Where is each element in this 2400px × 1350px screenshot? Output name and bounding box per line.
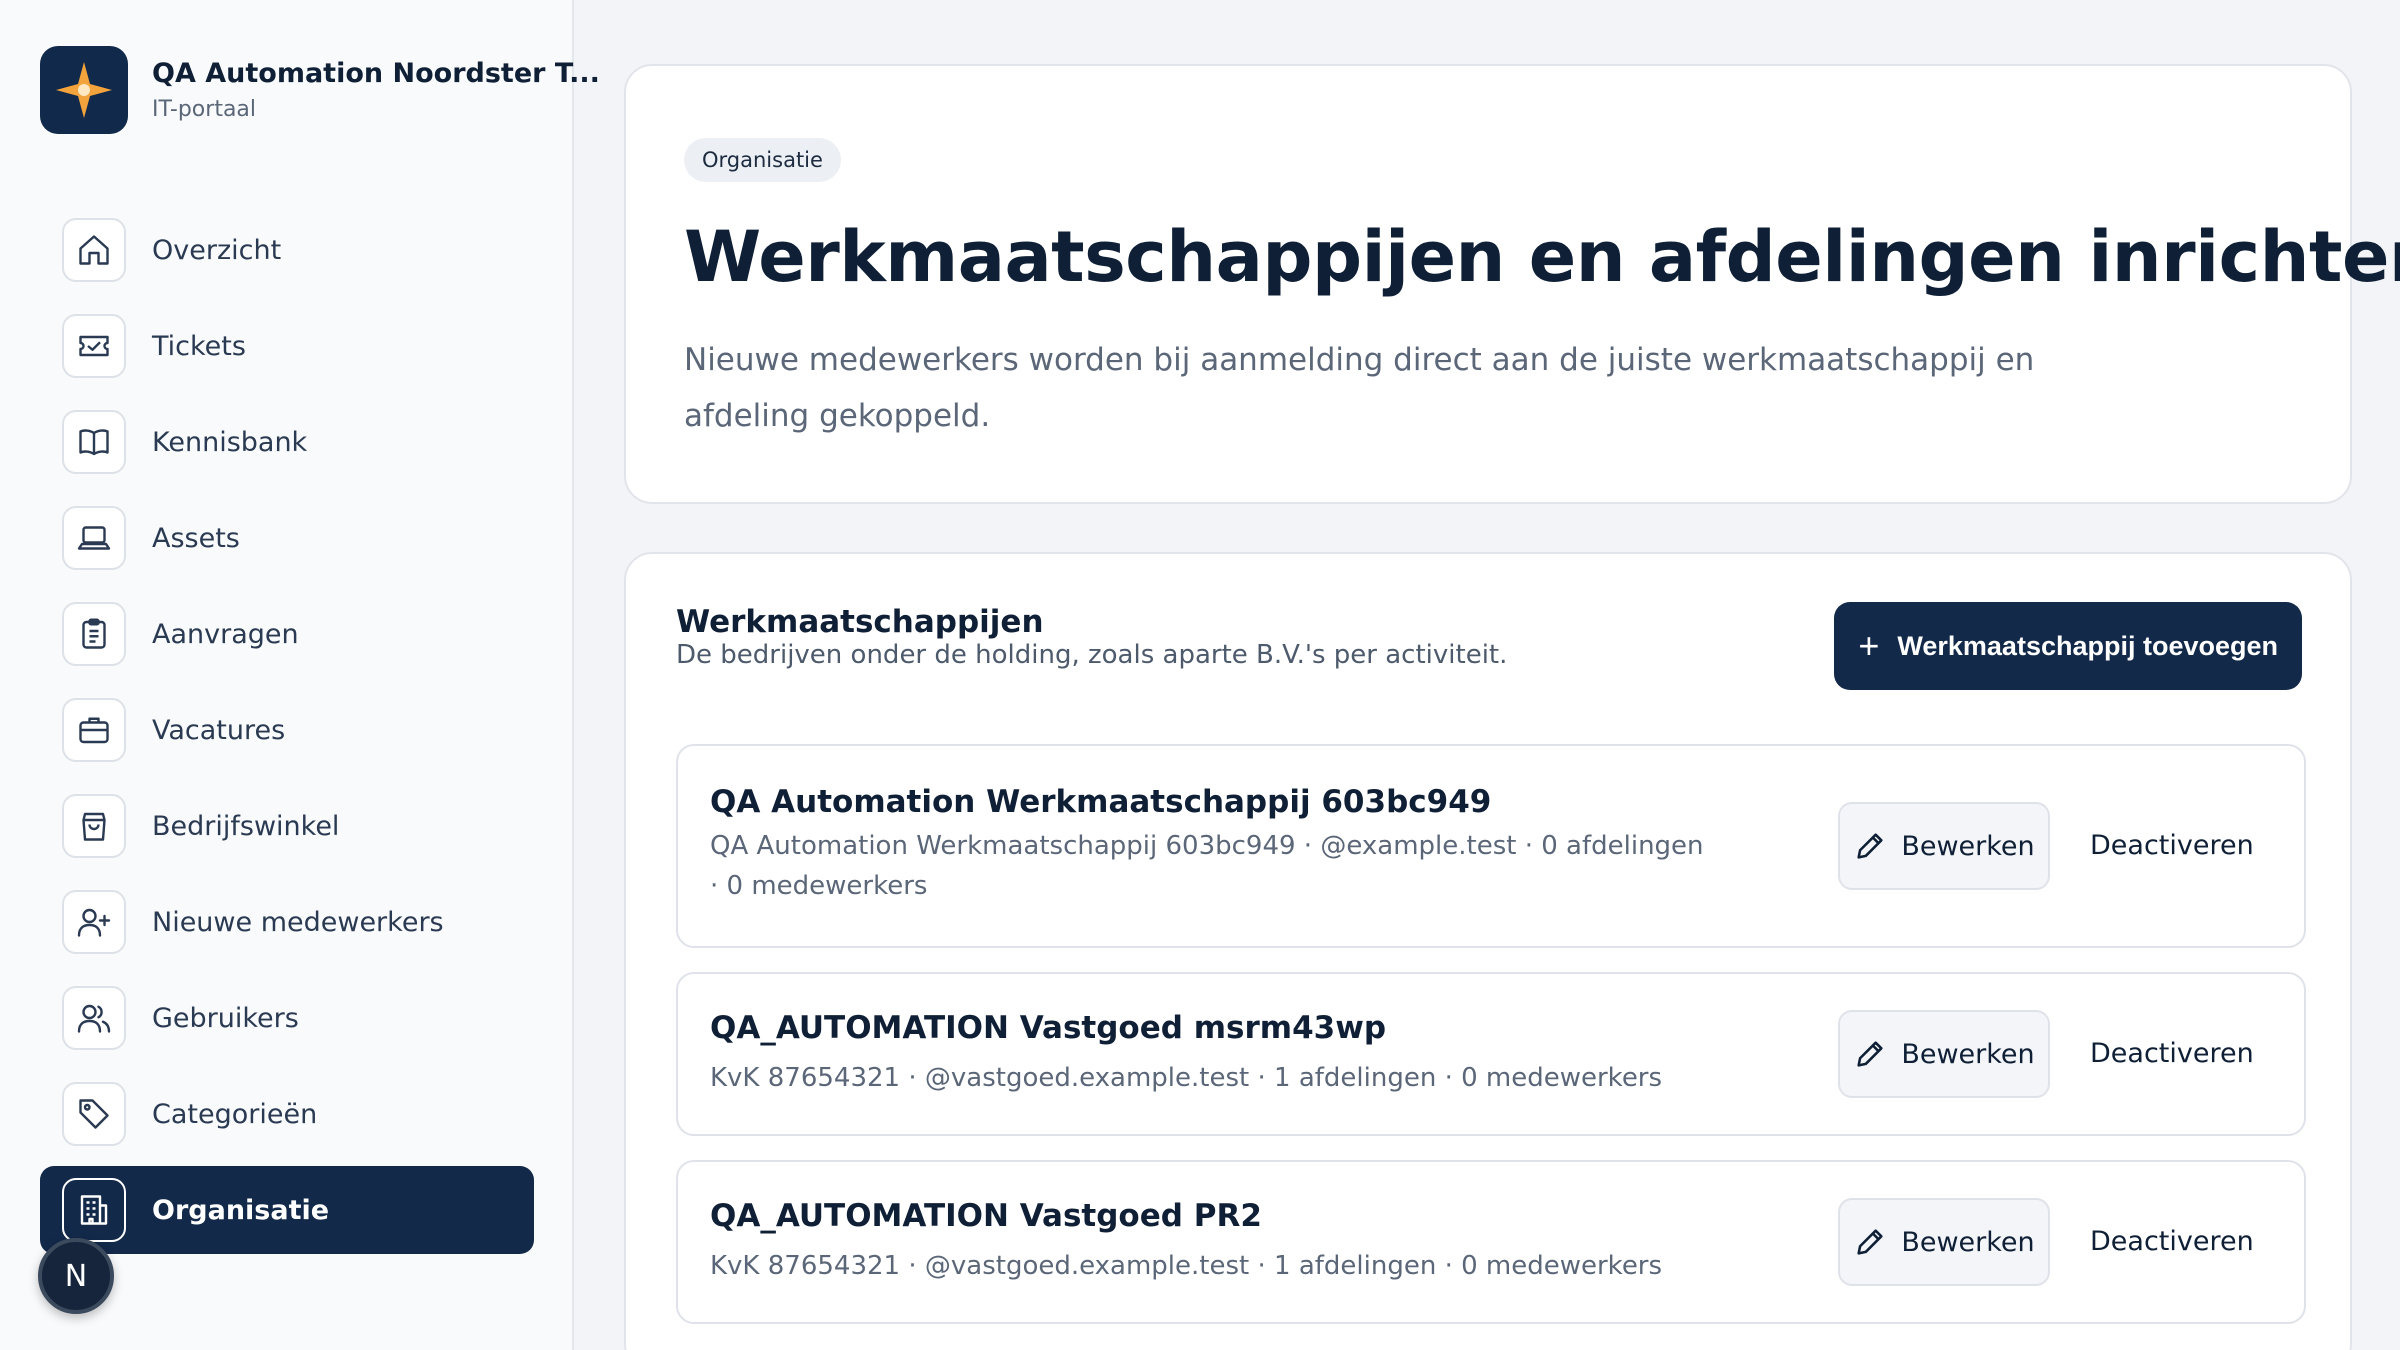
company-meta: QA Automation Werkmaatschappij 603bc949 … [710,831,1704,901]
sidebar-item-label: Aanvragen [152,618,299,650]
sidebar-item-label: Kennisbank [152,426,308,458]
edit-button[interactable]: Bewerken [1838,1198,2050,1286]
sidebar-item-label: Overzicht [152,234,282,266]
add-company-button[interactable]: + Werkmaatschappij toevoegen [1834,602,2302,690]
book-icon [62,410,126,474]
edit-label: Bewerken [1901,1226,2035,1258]
sidebar-item-label: Assets [152,522,240,554]
companies-title: Werkmaatschappijen [676,604,1044,640]
laptop-icon [62,506,126,570]
sidebar-item-vacatures[interactable]: Vacatures [40,686,534,774]
brand-subtitle: IT-portaal [152,97,257,122]
deactivate-button[interactable]: Deactiveren [2090,830,2254,861]
pencil-icon [1857,1229,1883,1255]
brand[interactable]: QA Automation Noordster T... IT-portaal [40,46,600,134]
company-name: QA_AUTOMATION Vastgoed msrm43wp [710,1010,1387,1046]
companies-card: Werkmaatschappijen De bedrijven onder de… [624,552,2352,1350]
company-name: QA_AUTOMATION Vastgoed PR2 [710,1198,1262,1234]
company-row: QA Automation Werkmaatschappij 603bc949 … [676,744,2306,948]
deactivate-button[interactable]: Deactiveren [2090,1038,2254,1069]
edit-button[interactable]: Bewerken [1838,802,2050,890]
tag-icon [62,1082,126,1146]
page-title: Werkmaatschappijen en afdelingen inricht… [684,216,2400,298]
pencil-icon [1857,1041,1883,1067]
sidebar-item-label: Bedrijfswinkel [152,810,340,842]
briefcase-icon [62,698,126,762]
sidebar-item-label: Organisatie [152,1194,330,1226]
building-icon [62,1178,126,1242]
sidebar-item-label: Nieuwe medewerkers [152,906,444,938]
users-icon [62,986,126,1050]
sidebar-item-kennisbank[interactable]: Kennisbank [40,398,534,486]
home-icon [62,218,126,282]
sidebar-item-assets[interactable]: Assets [40,494,534,582]
avatar[interactable]: N [38,1238,114,1314]
sidebar-item-overzicht[interactable]: Overzicht [40,206,534,294]
sidebar-item-nieuwe-medewerkers[interactable]: Nieuwe medewerkers [40,878,534,966]
company-name: QA Automation Werkmaatschappij 603bc949 [710,784,1492,820]
company-meta: KvK 87654321 · @vastgoed.example.test · … [710,1251,1663,1281]
company-row: QA_AUTOMATION Vastgoed msrm43wp KvK 8765… [676,972,2306,1136]
sidebar-item-organisatie[interactable]: Organisatie [40,1166,534,1254]
section-badge: Organisatie [684,138,841,182]
clipboard-icon [62,602,126,666]
company-meta: KvK 87654321 · @vastgoed.example.test · … [710,1063,1663,1093]
sidebar-item-label: Vacatures [152,714,286,746]
sidebar-item-aanvragen[interactable]: Aanvragen [40,590,534,678]
company-row: QA_AUTOMATION Vastgoed PR2 KvK 87654321 … [676,1160,2306,1324]
companies-subtitle: De bedrijven onder de holding, zoals apa… [676,640,1508,670]
sidebar-nav: Overzicht Tickets Kennisbank Assets Aanv… [40,206,534,1262]
add-company-label: Werkmaatschappij toevoegen [1897,630,2278,661]
deactivate-button[interactable]: Deactiveren [2090,1226,2254,1257]
sidebar-item-bedrijfswinkel[interactable]: Bedrijfswinkel [40,782,534,870]
pencil-icon [1857,833,1883,859]
edit-label: Bewerken [1901,1038,2035,1070]
sidebar-item-gebruikers[interactable]: Gebruikers [40,974,534,1062]
sidebar-item-categorieen[interactable]: Categorieën [40,1070,534,1158]
user-plus-icon [62,890,126,954]
brand-title: QA Automation Noordster T... [152,58,600,89]
ticket-icon [62,314,126,378]
sidebar-item-label: Categorieën [152,1098,318,1130]
compass-star-icon [40,46,128,134]
edit-label: Bewerken [1901,830,2035,862]
edit-button[interactable]: Bewerken [1838,1010,2050,1098]
sidebar-item-label: Tickets [152,330,246,362]
page-description: Nieuwe medewerkers worden bij aanmelding… [684,342,2035,434]
sidebar: QA Automation Noordster T... IT-portaal … [0,0,600,1350]
shopping-bag-icon [62,794,126,858]
sidebar-item-tickets[interactable]: Tickets [40,302,534,390]
page-header-card: Organisatie Werkmaatschappijen en afdeli… [624,64,2400,504]
sidebar-item-label: Gebruikers [152,1002,299,1034]
plus-icon: + [1858,625,1880,666]
